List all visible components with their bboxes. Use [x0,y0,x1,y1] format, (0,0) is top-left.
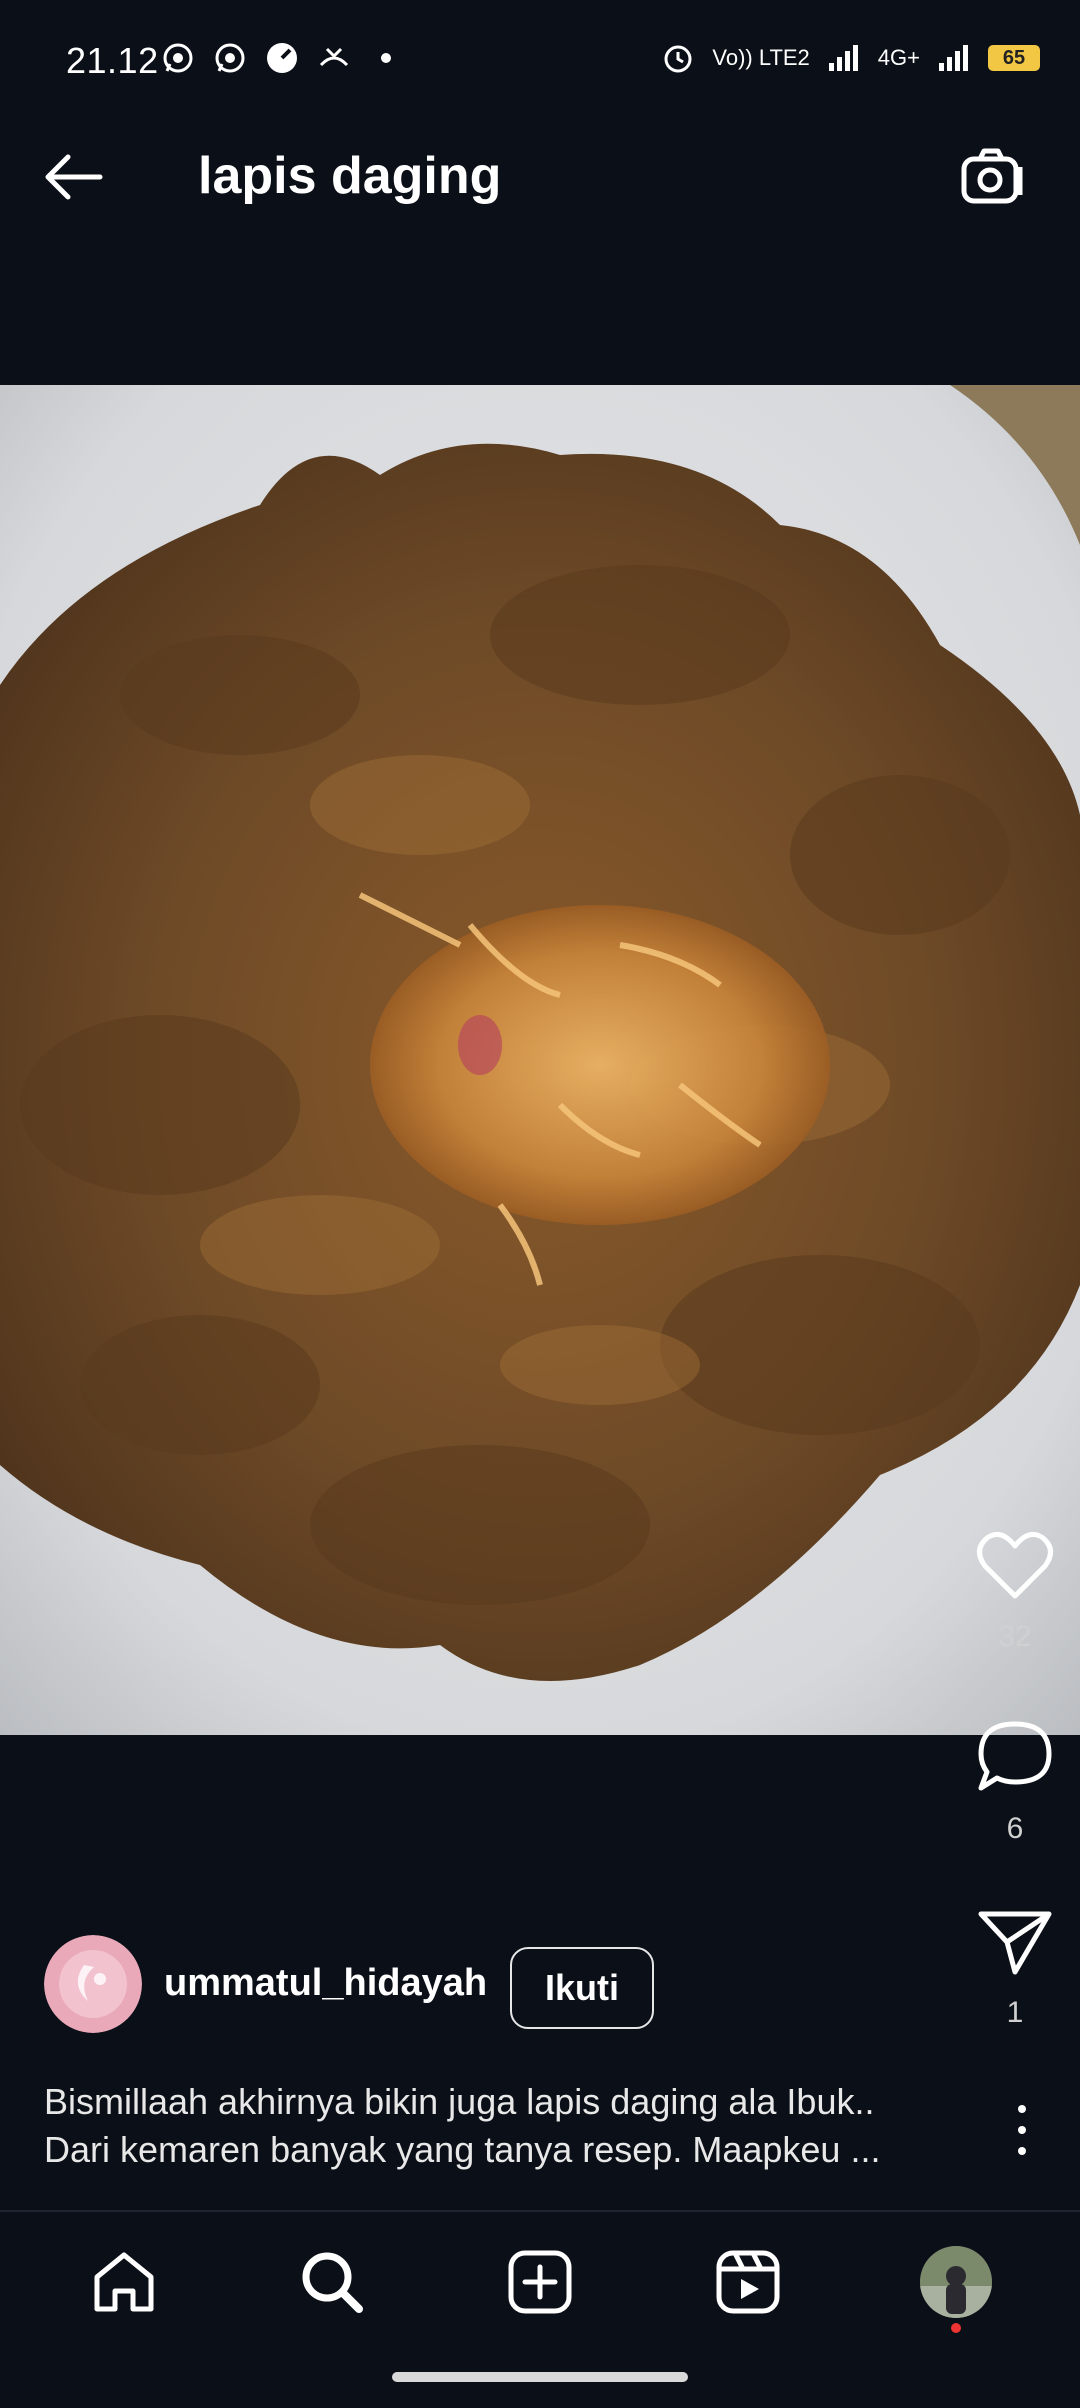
more-options-button[interactable] [1010,2105,1034,2155]
signal-icon [826,40,862,76]
author-avatar[interactable] [44,1935,142,2033]
notification-dot-icon [368,40,404,76]
notification-dot [951,2323,961,2333]
comment-icon [978,1721,1052,1791]
nav-home[interactable] [79,2237,169,2327]
alarm-icon [660,40,696,76]
home-indicator[interactable] [392,2372,688,2382]
like-action[interactable]: 32 [970,1530,1060,1654]
heart-icon [977,1531,1053,1599]
post-caption[interactable]: Bismillaah akhirnya bikin juga lapis dag… [44,2078,944,2174]
whatsapp-icon [212,40,248,76]
battery-indicator: 65 [988,45,1040,71]
search-icon [302,2252,363,2313]
comment-count: 6 [1006,1812,1024,1845]
profile-avatar [920,2246,992,2318]
post-image[interactable] [0,385,1080,1735]
send-icon [978,1911,1052,1975]
author-username[interactable]: ummatul_hidayah [164,1962,487,2005]
status-time: 21.12 [66,40,159,81]
nav-search[interactable] [287,2237,377,2327]
nav-create[interactable] [495,2237,585,2327]
comment-action[interactable]: 6 [970,1718,1060,1846]
caption-line: Dari kemaren banyak yang tanya resep. Ma… [44,2129,881,2170]
bottom-nav [0,2212,1080,2352]
nav-reels[interactable] [703,2237,793,2327]
camera-button[interactable] [956,145,1028,209]
arrow-left-icon [45,154,103,200]
caption-line: Bismillaah akhirnya bikin juga lapis dag… [44,2081,875,2122]
follow-button[interactable]: Ikuti [510,1947,654,2029]
nav-profile[interactable] [911,2237,1001,2333]
like-count: 32 [998,1620,1032,1653]
status-right-icons: Vo)) LTE2 4G+ 65 [660,40,1040,76]
missed-call-icon [316,40,352,76]
signal-icon [936,40,972,76]
status-left-icons [160,40,404,76]
back-button[interactable] [40,145,112,209]
volte-label: Vo)) LTE2 [712,45,810,70]
reels-icon [716,2250,780,2314]
speedometer-icon [264,40,300,76]
camera-icon [961,148,1023,204]
more-dot [1018,2105,1026,2113]
whatsapp-icon [160,40,196,76]
status-bar: 21.12 Vo)) LTE2 4G+ 65 [0,0,1080,100]
share-action[interactable]: 1 [970,1908,1060,2030]
share-count: 1 [1006,1996,1024,2029]
page-title: lapis daging [198,147,502,205]
create-icon [508,2250,572,2314]
more-dot [1018,2126,1026,2134]
food-photo [0,385,1080,1735]
network-label: 4G+ [877,45,920,70]
more-dot [1018,2147,1026,2155]
home-icon [94,2252,154,2312]
